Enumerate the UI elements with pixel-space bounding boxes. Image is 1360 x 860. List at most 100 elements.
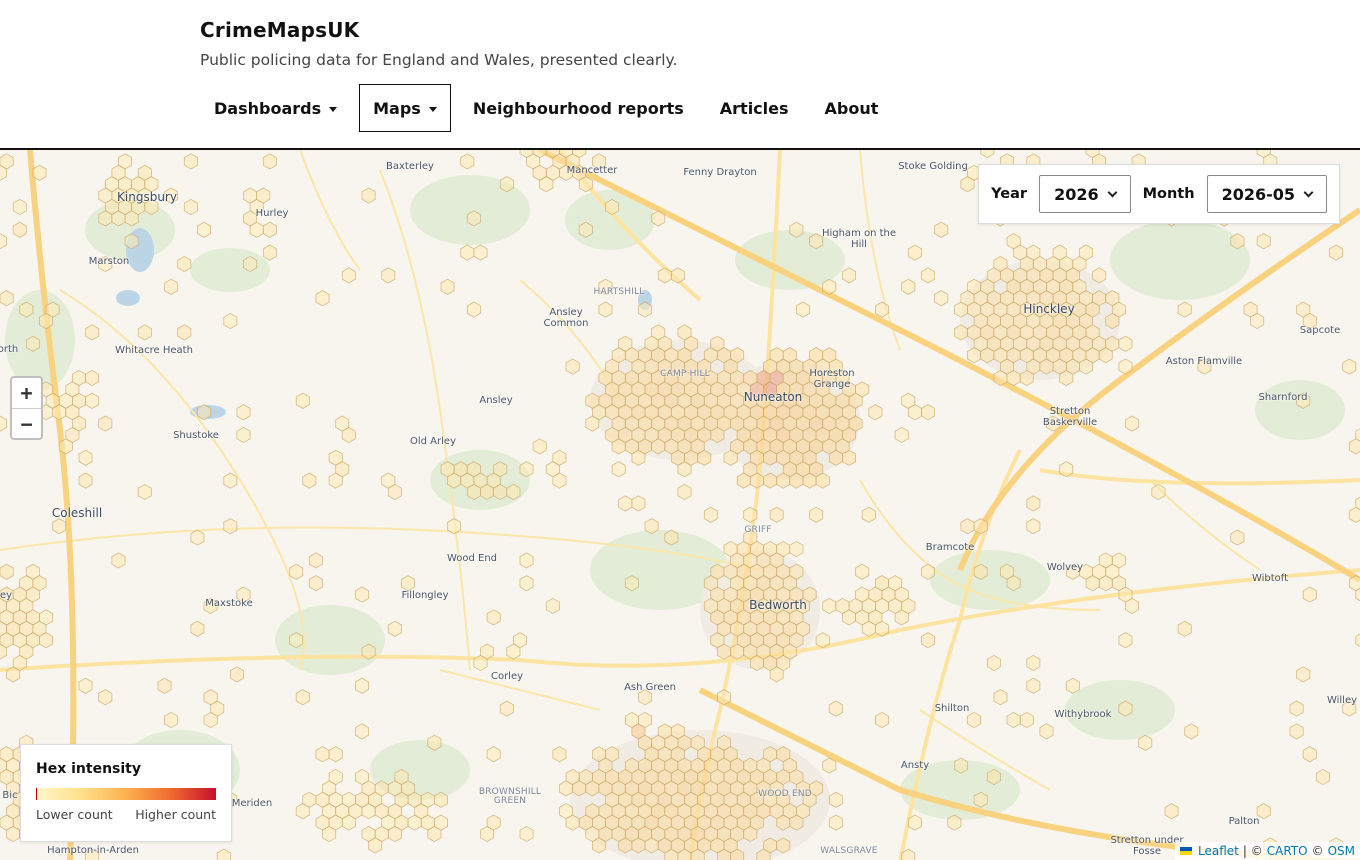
hex-cell[interactable] xyxy=(262,244,277,261)
hex-cell[interactable] xyxy=(519,825,534,843)
hex-cell[interactable] xyxy=(677,461,692,478)
hex-cell[interactable] xyxy=(466,483,481,501)
hex-cell[interactable] xyxy=(1177,301,1192,318)
hex-cell[interactable] xyxy=(0,233,7,250)
hex-cell[interactable] xyxy=(1164,803,1179,820)
hex-cell[interactable] xyxy=(1059,369,1074,387)
hex-cell[interactable] xyxy=(545,597,560,615)
hex-cell[interactable] xyxy=(598,301,613,318)
hex-cell[interactable] xyxy=(190,529,205,546)
hex-cell[interactable] xyxy=(723,449,738,466)
hex-cell[interactable] xyxy=(967,711,982,729)
hex-cell[interactable] xyxy=(1355,633,1360,648)
hex-cell[interactable] xyxy=(1302,746,1317,763)
hex-cell[interactable] xyxy=(249,221,264,238)
hex-cell[interactable] xyxy=(776,814,791,831)
hex-cell[interactable] xyxy=(644,837,659,854)
hex-cell[interactable] xyxy=(1026,495,1041,512)
hex-cell[interactable] xyxy=(631,449,646,466)
hex-cell[interactable] xyxy=(954,757,968,774)
hex-cell[interactable] xyxy=(578,176,593,193)
hex-cell[interactable] xyxy=(875,711,889,729)
hex-cell[interactable] xyxy=(947,814,962,831)
hex-cell[interactable] xyxy=(954,324,968,341)
hex-cell[interactable] xyxy=(354,677,370,694)
hex-cell[interactable] xyxy=(967,347,982,364)
hex-cell[interactable] xyxy=(52,404,67,421)
hex-cell[interactable] xyxy=(1125,415,1140,432)
hex-cell[interactable] xyxy=(730,643,745,660)
hex-cell[interactable] xyxy=(328,472,343,489)
zoom-in-button[interactable]: + xyxy=(12,378,41,408)
hex-cell[interactable] xyxy=(183,198,198,216)
hex-cell[interactable] xyxy=(736,472,751,489)
hex-cell[interactable] xyxy=(519,461,534,478)
hex-cell[interactable] xyxy=(203,711,218,729)
hex-cell[interactable] xyxy=(1019,711,1034,729)
hex-cell[interactable] xyxy=(1118,632,1133,649)
hex-cell[interactable] xyxy=(868,404,883,421)
hex-cell[interactable] xyxy=(1138,734,1153,751)
hex-cell[interactable] xyxy=(1079,358,1093,375)
hex-cell[interactable] xyxy=(769,506,784,523)
hex-cell[interactable] xyxy=(499,176,514,193)
hex-cell[interactable] xyxy=(875,620,889,637)
hex-cell[interactable] xyxy=(532,438,547,455)
hex-cell[interactable] xyxy=(0,290,14,307)
hex-cell[interactable] xyxy=(85,392,100,409)
hex-cell[interactable] xyxy=(789,472,804,489)
hex-cell[interactable] xyxy=(789,814,804,831)
hex-cell[interactable] xyxy=(177,324,192,341)
hex-cell[interactable] xyxy=(480,825,495,843)
year-select[interactable]: 2026 xyxy=(1039,175,1131,213)
hex-cell[interactable] xyxy=(519,552,534,569)
hex-cell[interactable] xyxy=(499,700,514,717)
hex-cell[interactable] xyxy=(921,563,935,580)
hex-cell[interactable] xyxy=(183,153,198,170)
hex-cell[interactable] xyxy=(611,438,626,455)
hex-cell[interactable] xyxy=(1348,506,1360,523)
hex-cell[interactable] xyxy=(6,825,21,843)
hex-cell[interactable] xyxy=(295,803,310,820)
hex-cell[interactable] xyxy=(1230,233,1245,250)
hex-cell[interactable] xyxy=(618,495,633,512)
hex-cell[interactable] xyxy=(809,506,824,523)
site-title[interactable]: CrimeMapsUK xyxy=(200,18,359,42)
hex-cell[interactable] xyxy=(302,472,317,489)
hex-cell[interactable] xyxy=(572,780,587,797)
hex-cell[interactable] xyxy=(1026,654,1041,672)
hex-cell[interactable] xyxy=(137,483,152,501)
hex-cell[interactable] xyxy=(638,301,652,318)
hex-cell[interactable] xyxy=(986,654,1001,672)
hex-cell[interactable] xyxy=(157,677,172,694)
hex-cell[interactable] xyxy=(216,848,231,860)
hex-cell[interactable] xyxy=(1105,312,1120,330)
hex-cell[interactable] xyxy=(493,483,508,501)
hex-cell[interactable] xyxy=(427,825,442,843)
hex-cell[interactable] xyxy=(1348,438,1360,455)
hex-cell[interactable] xyxy=(815,632,830,649)
hex-cell[interactable] xyxy=(822,278,837,295)
nav-neighbourhood-reports[interactable]: Neighbourhood reports xyxy=(459,84,698,132)
hex-cell[interactable] xyxy=(223,472,238,489)
hex-cell[interactable] xyxy=(190,620,205,637)
hex-cell[interactable] xyxy=(401,575,416,592)
hex-cell[interactable] xyxy=(552,472,567,489)
osm-link[interactable]: OSM xyxy=(1328,844,1355,858)
hex-cell[interactable] xyxy=(822,757,837,774)
hex-cell[interactable] xyxy=(137,324,152,341)
hex-cell[interactable] xyxy=(539,176,554,193)
hex-cell[interactable] xyxy=(1184,723,1199,740)
hex-cell[interactable] xyxy=(1302,586,1317,603)
hex-cell[interactable] xyxy=(828,700,843,717)
hex-cell[interactable] xyxy=(618,837,633,854)
hex-cell[interactable] xyxy=(717,689,731,706)
hex-cell[interactable] xyxy=(980,347,995,364)
hex-cell[interactable] xyxy=(506,483,521,501)
hex-cell[interactable] xyxy=(506,643,521,660)
hex-cell[interactable] xyxy=(1006,575,1021,592)
hex-cell[interactable] xyxy=(934,290,949,307)
hex-cell[interactable] xyxy=(986,768,1001,786)
hex-cell[interactable] xyxy=(341,814,356,831)
hex-cell[interactable] xyxy=(0,563,14,580)
